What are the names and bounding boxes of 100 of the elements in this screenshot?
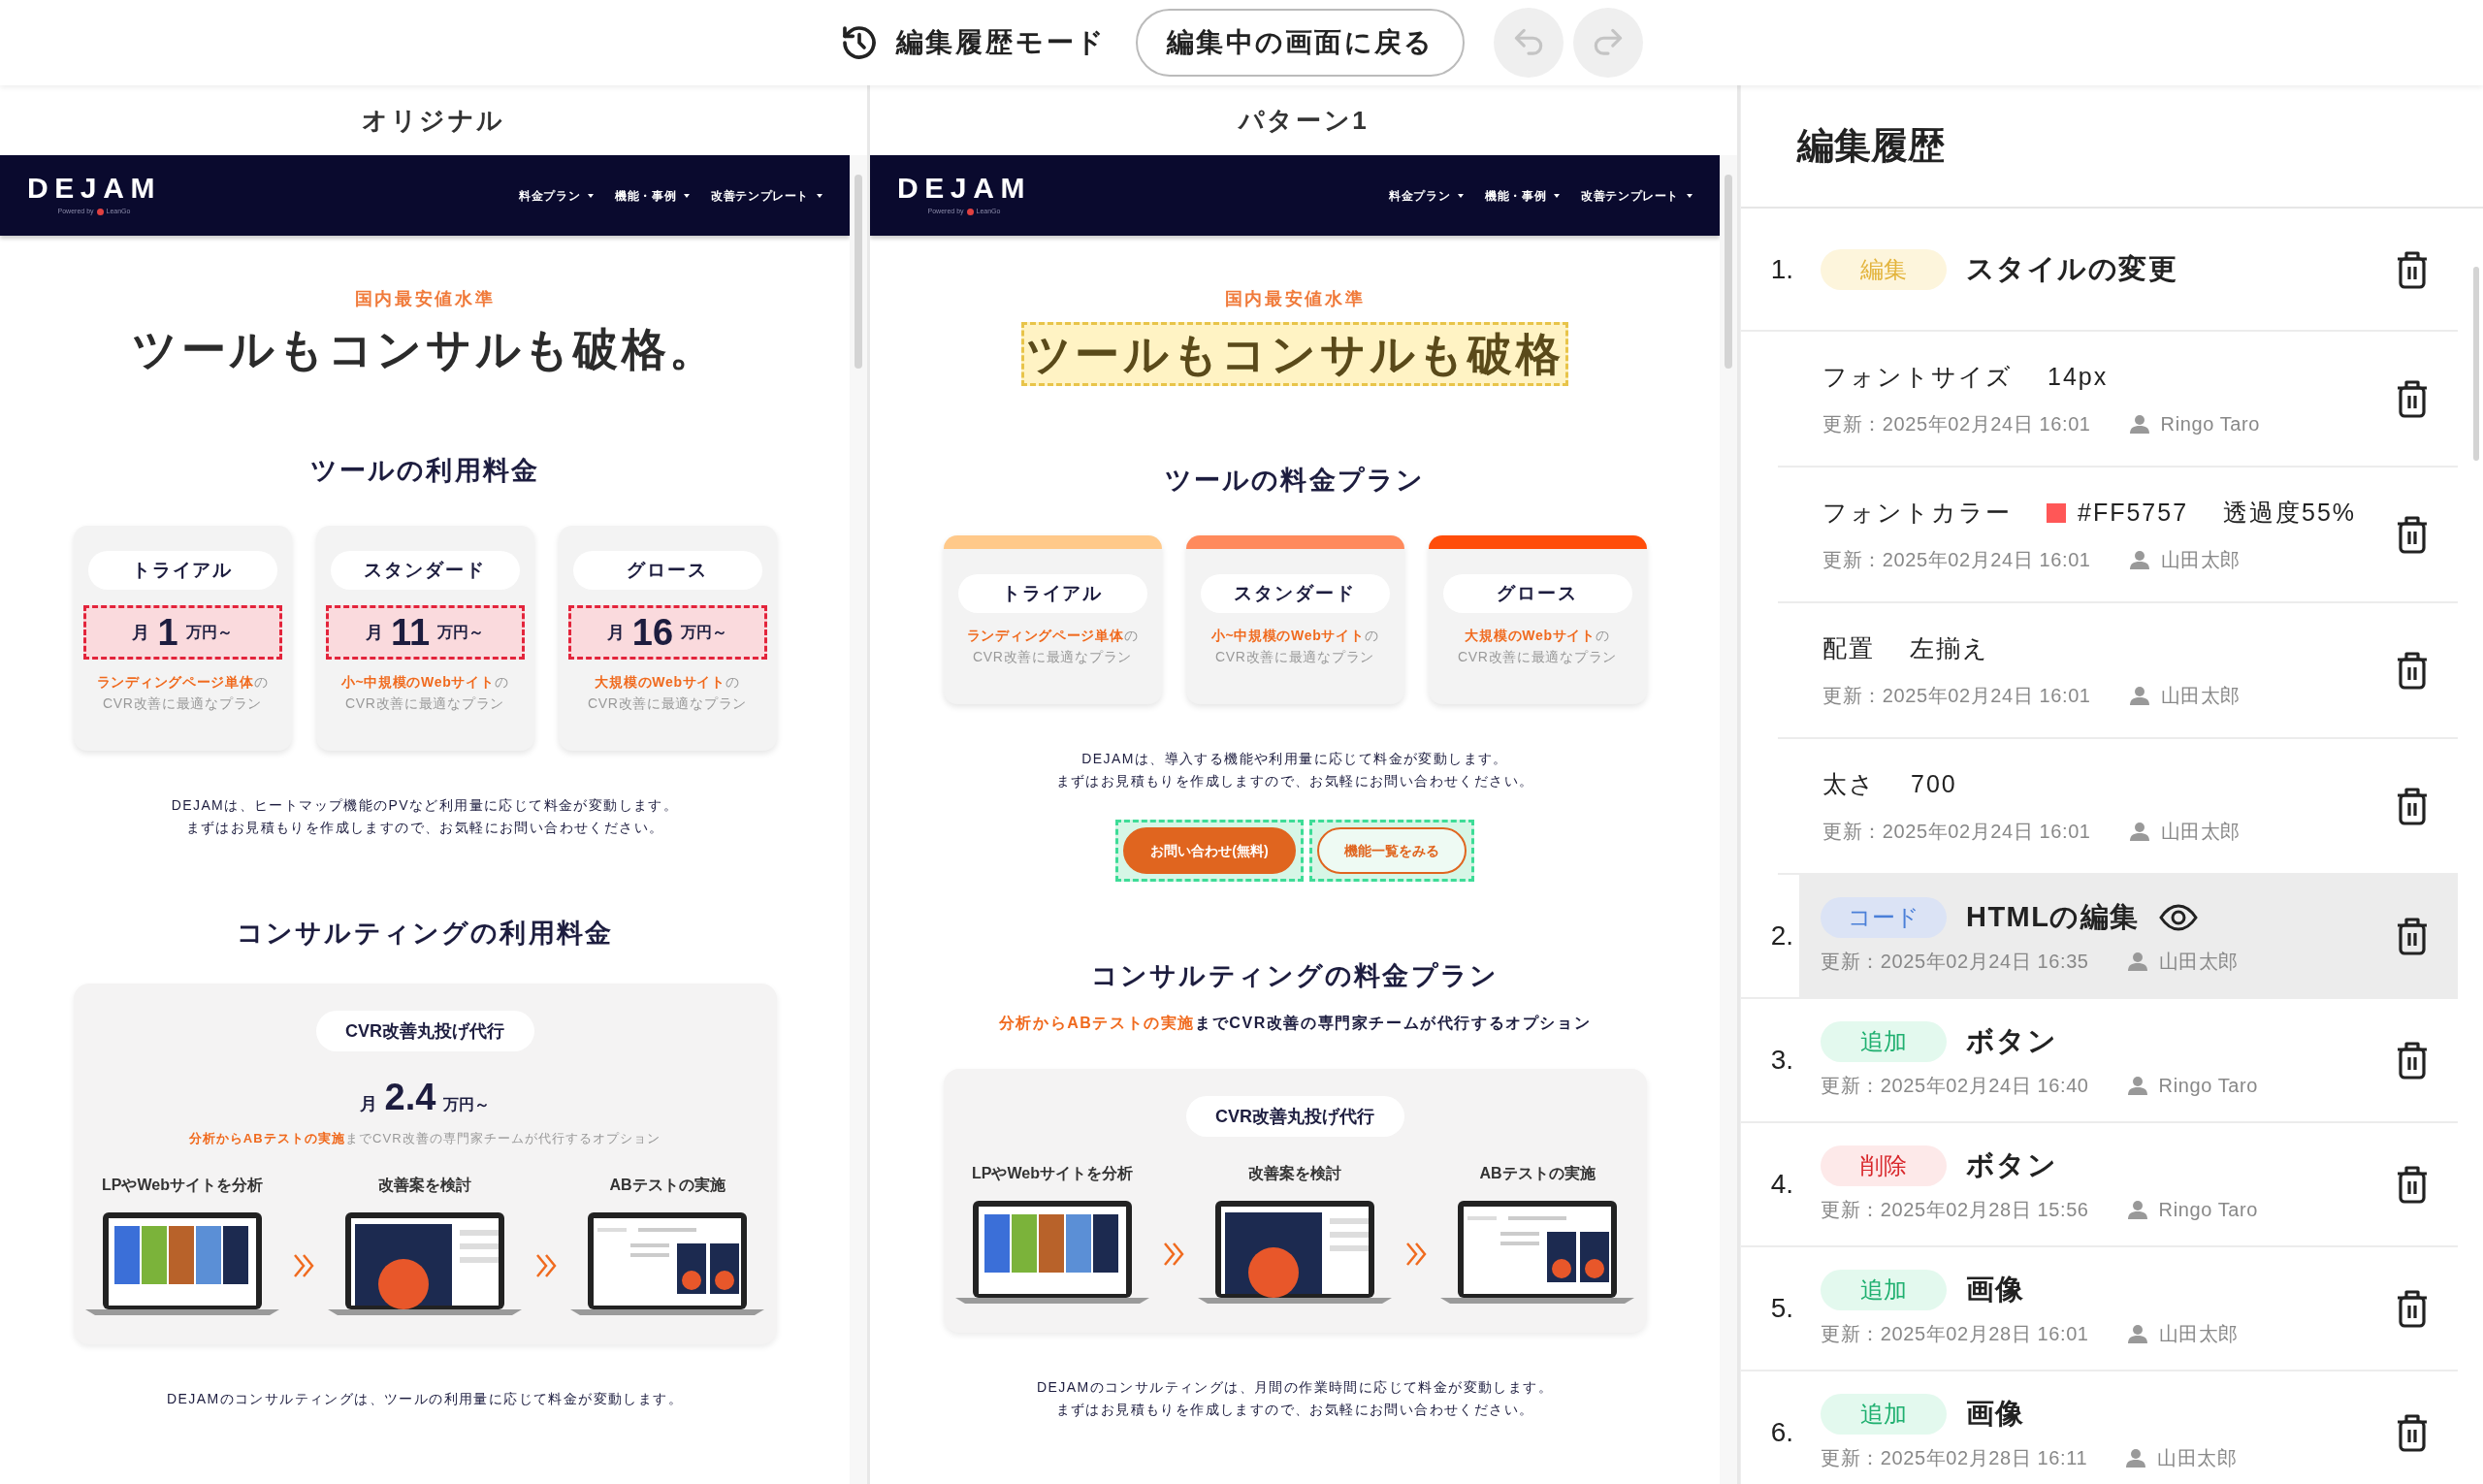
- back-button[interactable]: 編集中の画面に戻る: [1136, 9, 1466, 77]
- user-icon: [2127, 1075, 2147, 1095]
- history-item[interactable]: コード HTMLの編集 更新：2025年02月24日 16:35 山田太郎: [1799, 875, 2458, 997]
- nav-link[interactable]: 料金プラン: [1389, 186, 1465, 205]
- caret-icon: [1687, 193, 1693, 198]
- item-title: 画像: [1966, 1273, 2025, 1307]
- site-logo[interactable]: DEJAM: [27, 174, 161, 204]
- delete-icon[interactable]: [2396, 515, 2429, 554]
- eye-icon[interactable]: [2158, 904, 2198, 931]
- change-item[interactable]: フォントサイズ 14px 更新：2025年02月24日 16:01 Ringo Taro: [1778, 332, 2458, 468]
- site-logo[interactable]: DEJAM: [897, 174, 1031, 204]
- scrollbar-thumb[interactable]: [855, 175, 862, 369]
- step-title: LPやWebサイトを分析: [972, 1164, 1133, 1183]
- section-heading: ツールの料金プラン: [1163, 465, 1427, 497]
- headline: ツールもコンサルも破格。: [131, 323, 719, 376]
- plan-description: ランディングページ単体の CVR改善に最適なプラン: [966, 627, 1139, 666]
- plan-name: スタンダード: [330, 551, 520, 590]
- plan-description: 大規模のWebサイト の CVR改善に最適なプラン: [1458, 627, 1617, 666]
- updated-time: 更新：2025年02月24日 16:01: [1822, 819, 2091, 844]
- property-value: 14px: [2048, 362, 2109, 393]
- updated-time: 更新：2025年02月28日 16:11: [1821, 1445, 2088, 1470]
- delete-icon[interactable]: [2396, 1413, 2429, 1452]
- brand-mark-icon: [96, 209, 104, 215]
- change-item[interactable]: 配置 左揃え 更新：2025年02月24日 16:01 山田太郎: [1778, 603, 2458, 739]
- note-text: DEJAMは、ヒートマップ機能のPVなど利用量に応じて料金が変動します。 まずはお見積もりを作成しますので、お気軽にお問い合わせください。: [170, 796, 680, 837]
- item-number: 1.: [1769, 252, 1794, 286]
- updated-time: 更新：2025年02月24日 16:35: [1821, 949, 2089, 974]
- nav-link[interactable]: 改善テンプレート: [711, 186, 822, 205]
- plan-price: 月 1 万円～: [82, 605, 282, 660]
- scrollbar-thumb[interactable]: [1725, 175, 1732, 369]
- plan-description: 大規模のWebサイト の CVR改善に最適なプラン: [588, 673, 747, 713]
- user-icon: [2127, 951, 2147, 971]
- item-title: ボタン: [1966, 1024, 2058, 1059]
- double-chevron-icon: [293, 1252, 314, 1278]
- delete-icon[interactable]: [2396, 1289, 2429, 1328]
- service-label: CVR改善丸投げ代行: [1185, 1096, 1404, 1137]
- updated-time: 更新：2025年02月24日 16:01: [1822, 411, 2091, 436]
- property-value: 左揃え: [1910, 633, 1989, 664]
- item-number: 6.: [1769, 1416, 1794, 1449]
- updated-time: 更新：2025年02月24日 16:01: [1822, 683, 2091, 708]
- plan-price: 月 16 万円～: [567, 605, 767, 660]
- delete-icon[interactable]: [2396, 379, 2429, 418]
- user-icon: [2129, 549, 2149, 569]
- caret-icon: [588, 193, 595, 198]
- service-label: CVR改善丸投げ代行: [315, 1011, 534, 1051]
- item-number: 2.: [1769, 919, 1794, 952]
- nav-link[interactable]: 機能・事例: [615, 186, 691, 205]
- plan-description: ランディングページ単体の CVR改善に最適なプラン: [96, 673, 269, 713]
- delete-icon[interactable]: [2396, 917, 2429, 955]
- delete-icon[interactable]: [2396, 787, 2429, 825]
- mode-title: 編集履歴モード: [895, 26, 1108, 59]
- action-tag: 追加: [1821, 1021, 1947, 1062]
- action-tag: 追加: [1821, 1394, 1947, 1435]
- item-number: 5.: [1769, 1292, 1794, 1325]
- user-name: 山田太郎: [2158, 1321, 2239, 1346]
- double-chevron-icon: [1405, 1242, 1427, 1267]
- double-chevron-icon: [535, 1252, 557, 1278]
- user-icon: [2127, 1199, 2147, 1219]
- user-name: Ringo Taro: [2158, 1197, 2258, 1222]
- user-name: Ringo Taro: [2158, 1073, 2258, 1098]
- step-title: ABテストの実施: [609, 1175, 726, 1195]
- headline: ツールもコンサルも破格: [1020, 322, 1569, 386]
- brand-mark-icon: [966, 209, 974, 215]
- eyebrow-text: 国内最安値水準: [1223, 288, 1367, 310]
- change-item[interactable]: フォントカラー #FF5757 透過度55% 更新：2025年02月24日 16:01 山田太郎: [1778, 468, 2458, 603]
- item-title: ボタン: [1966, 1148, 2058, 1183]
- double-chevron-icon: [1163, 1242, 1184, 1267]
- nav-link[interactable]: 料金プラン: [519, 186, 595, 205]
- property-value: #FF5757: [2078, 498, 2189, 529]
- nav-link[interactable]: 改善テンプレート: [1581, 186, 1693, 205]
- updated-time: 更新：2025年02月24日 16:40: [1821, 1073, 2089, 1098]
- delete-icon[interactable]: [2396, 1165, 2429, 1204]
- delete-icon[interactable]: [2396, 1041, 2429, 1080]
- step-title: LPやWebサイトを分析: [102, 1175, 263, 1195]
- user-name: 山田太郎: [2158, 949, 2239, 974]
- section-subtitle: 分析からABテストの実施 までCVR改善の専門家チームが代行するオプション: [997, 1014, 1593, 1033]
- pane-heading: パターン1: [1237, 104, 1370, 137]
- plan-price: 月 2.4 万円～: [359, 1079, 491, 1117]
- section-heading: コンサルティングの料金プラン: [1089, 960, 1500, 992]
- delete-icon[interactable]: [2396, 249, 2429, 289]
- item-title: HTMLの編集: [1966, 900, 2140, 935]
- property-name: フォントカラー: [1822, 498, 2012, 529]
- user-name: 山田太郎: [2160, 819, 2241, 844]
- section-heading: ツールの利用料金: [308, 455, 541, 487]
- scrollbar-thumb[interactable]: [2473, 267, 2479, 461]
- caret-icon: [1458, 193, 1465, 198]
- note-text: DEJAMのコンサルティングは、月間の作業時間に応じて料金が変動します。 まずはお見積もりを作成しますので、お気軽にお問い合わせください。: [1036, 1378, 1554, 1419]
- plan-name: トライアル: [87, 551, 277, 590]
- plan-name: トライアル: [957, 574, 1147, 613]
- user-name: 山田太郎: [2157, 1445, 2238, 1470]
- nav-link[interactable]: 機能・事例: [1485, 186, 1561, 205]
- caret-icon: [684, 193, 691, 198]
- caret-icon: [1554, 193, 1561, 198]
- caret-icon: [817, 193, 822, 198]
- section-heading: コンサルティングの利用料金: [235, 918, 615, 950]
- user-icon: [2126, 1447, 2146, 1468]
- delete-icon[interactable]: [2396, 651, 2429, 690]
- action-tag: コード: [1821, 897, 1947, 938]
- plan-price: 月 11 万円～: [325, 605, 525, 660]
- step-title: 改善案を検討: [378, 1175, 471, 1195]
